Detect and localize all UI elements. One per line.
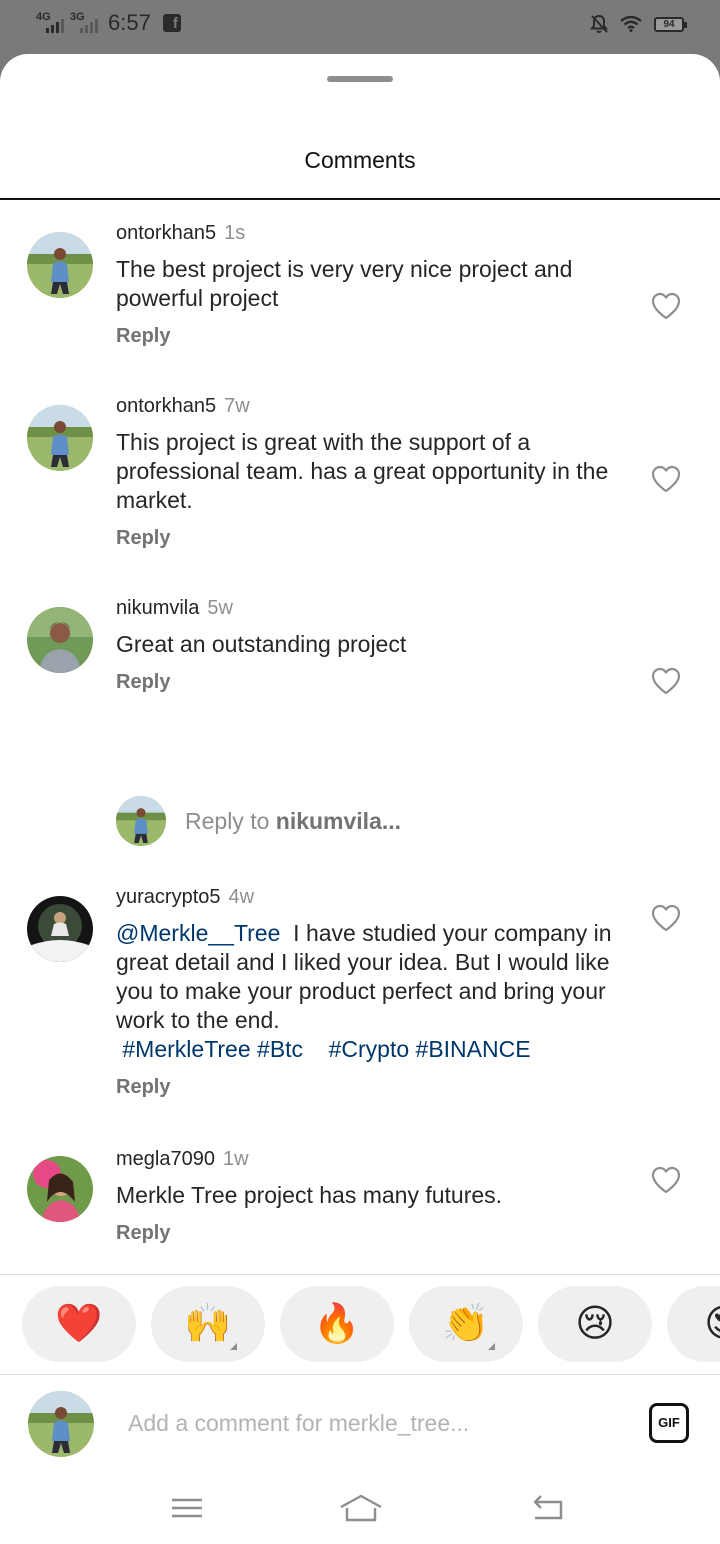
comment-username[interactable]: yuracrypto5 — [116, 886, 221, 908]
reply-button[interactable]: Reply — [116, 671, 626, 694]
reply-to-placeholder[interactable]: Reply to nikumvila... — [185, 808, 401, 835]
wifi-icon — [620, 16, 642, 32]
mention-link[interactable]: @Merkle__Tree — [116, 920, 280, 946]
avatar[interactable] — [27, 896, 93, 962]
comment-input[interactable] — [128, 1403, 618, 1443]
comment-username[interactable]: megla7090 — [116, 1148, 215, 1170]
quick-reactions-bar[interactable]: ❤️ 🙌 🔥 👏 😢 😍 — [22, 1286, 720, 1362]
comment-text: Great an outstanding project — [116, 631, 407, 657]
heart-eyes-icon: 😍 — [704, 1303, 720, 1345]
reply-button[interactable]: Reply — [116, 325, 626, 348]
signal-3g-icon: 3G — [70, 11, 98, 35]
signal-4g-icon: 4G — [36, 11, 64, 35]
comment-text: Merkle Tree project has many futures. — [116, 1182, 503, 1208]
comment-username[interactable]: nikumvila — [116, 597, 199, 619]
crying-face-icon: 😢 — [575, 1303, 615, 1345]
comment-time: 1s — [224, 222, 246, 244]
system-navigation-bar — [0, 1474, 720, 1544]
comments-sheet: Comments ontorkhan5 1s The best project i… — [0, 54, 720, 1544]
reply-button[interactable]: Reply — [116, 1076, 626, 1099]
gif-button[interactable]: GIF — [649, 1403, 689, 1443]
comment-text: The best project is very very nice proje… — [116, 256, 573, 311]
comment-text: @Merkle__Tree I have studied your compan… — [116, 919, 626, 1064]
reply-button[interactable]: Reply — [116, 1222, 626, 1245]
sheet-title: Comments — [304, 147, 416, 173]
comment-username[interactable]: ontorkhan5 — [116, 222, 216, 244]
current-user-avatar — [28, 1391, 94, 1457]
reactions-divider — [0, 1274, 720, 1275]
like-heart-icon[interactable] — [651, 904, 681, 932]
like-heart-icon[interactable] — [651, 292, 681, 320]
avatar[interactable] — [27, 1156, 93, 1222]
avatar[interactable] — [27, 405, 93, 471]
hashtag-links[interactable]: #MerkleTree #Btc #Crypto #BINANCE — [122, 1036, 530, 1062]
red-heart-icon: ❤️ — [55, 1303, 103, 1345]
bell-muted-icon — [590, 14, 608, 33]
clapping-hands-icon: 👏 — [442, 1303, 490, 1345]
like-heart-icon[interactable] — [651, 667, 681, 695]
comment-composer: GIF — [0, 1375, 720, 1475]
home-icon[interactable] — [338, 1492, 384, 1524]
avatar[interactable] — [27, 232, 93, 298]
comment-time: 1w — [222, 1148, 249, 1170]
back-icon[interactable] — [527, 1492, 567, 1524]
battery-icon: 94 — [654, 16, 687, 32]
reaction-clapping-button[interactable]: 👏 — [409, 1286, 523, 1362]
reaction-heart-eyes-button[interactable]: 😍 — [667, 1286, 720, 1362]
menu-icon[interactable] — [167, 1492, 207, 1524]
comment-time: 7w — [224, 395, 250, 417]
reply-to-username: nikumvila... — [275, 808, 402, 834]
battery-level: 94 — [663, 18, 675, 30]
drag-handle[interactable] — [327, 76, 393, 82]
avatar[interactable] — [27, 607, 93, 673]
reaction-fire-button[interactable]: 🔥 — [280, 1286, 394, 1362]
facebook-notification-icon: f — [162, 14, 181, 32]
reply-to-prefix: Reply to — [185, 808, 276, 834]
like-heart-icon[interactable] — [651, 465, 681, 493]
status-time: 6:57 — [108, 10, 151, 35]
comment-username[interactable]: ontorkhan5 — [116, 395, 216, 417]
reply-to-composer[interactable]: Reply to nikumvila... — [116, 796, 676, 850]
status-bar: 4G 3G 6:57 f 94 — [0, 0, 720, 52]
comment-time: 5w — [207, 597, 233, 619]
like-heart-icon[interactable] — [651, 1166, 681, 1194]
avatar — [116, 796, 166, 846]
skin-tone-indicator — [230, 1343, 237, 1350]
skin-tone-indicator — [488, 1343, 495, 1350]
reaction-crying-button[interactable]: 😢 — [538, 1286, 652, 1362]
reply-button[interactable]: Reply — [116, 527, 626, 550]
comment-time: 4w — [228, 886, 255, 908]
fire-icon: 🔥 — [313, 1303, 361, 1345]
comments-list[interactable]: ontorkhan5 1s The best project is very ve… — [0, 200, 720, 1274]
reaction-raising-hands-button[interactable]: 🙌 — [151, 1286, 265, 1362]
raising-hands-icon: 🙌 — [184, 1303, 232, 1345]
comment-text: This project is great with the support o… — [116, 429, 609, 513]
reaction-heart-button[interactable]: ❤️ — [22, 1286, 136, 1362]
